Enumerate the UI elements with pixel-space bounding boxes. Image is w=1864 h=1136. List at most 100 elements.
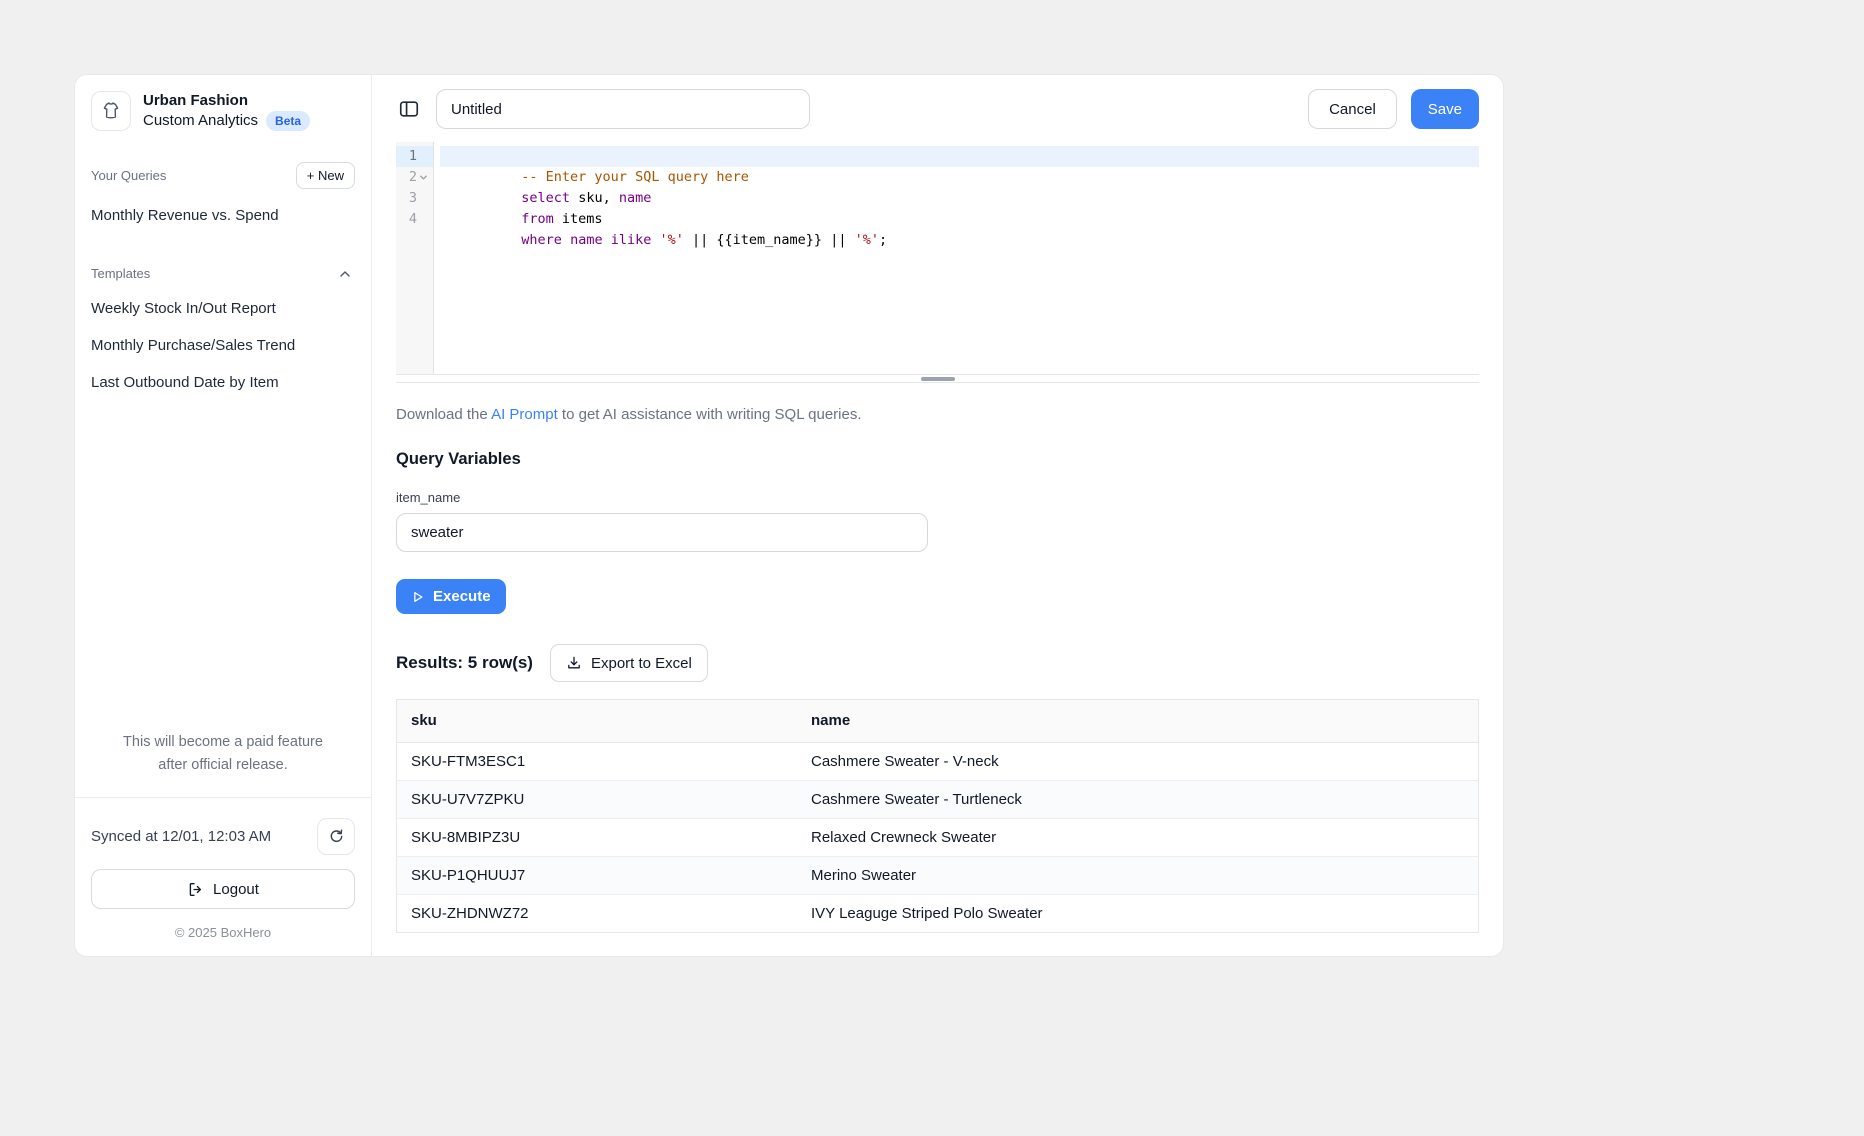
app-name: Custom Analytics — [143, 111, 258, 131]
gutter-cell: 4 — [396, 209, 433, 230]
ai-prompt-text: Download the AI Prompt to get AI assista… — [396, 406, 1479, 423]
table-row: SKU-8MBIPZ3U Relaxed Crewneck Sweater — [397, 818, 1478, 856]
query-variables-heading: Query Variables — [396, 450, 1479, 469]
paid-feature-notice: This will become a paid feature after of… — [91, 731, 355, 777]
editor-toolbar: Cancel Save — [396, 89, 1479, 129]
table-cell-sku: SKU-8MBIPZ3U — [397, 818, 797, 856]
sidebar: Urban Fashion Custom Analytics Beta Your… — [75, 75, 372, 956]
line-number: 2 — [409, 167, 417, 188]
ai-prompt-link[interactable]: AI Prompt — [491, 406, 558, 423]
templates-section-label: Templates — [91, 266, 150, 281]
table-header-row: sku name — [397, 700, 1478, 742]
table-cell-sku: SKU-FTM3ESC1 — [397, 742, 797, 780]
logout-icon — [187, 881, 204, 898]
template-item[interactable]: Weekly Stock In/Out Report — [91, 290, 355, 327]
workspace-logo — [91, 91, 131, 131]
line-number: 3 — [409, 188, 417, 209]
results-summary: Results: 5 row(s) — [396, 653, 533, 673]
export-excel-button[interactable]: Export to Excel — [550, 644, 708, 682]
sql-token: ; — [879, 232, 887, 248]
workspace-name: Urban Fashion — [143, 91, 310, 111]
table-cell-name: Cashmere Sweater - V-neck — [797, 742, 1478, 780]
line-number: 4 — [409, 209, 417, 230]
sql-keyword-token: where — [521, 232, 562, 248]
execute-label: Execute — [433, 588, 491, 605]
sql-editor[interactable]: 1 2 3 — [396, 142, 1479, 374]
ai-prompt-suffix: to get AI assistance with writing SQL qu… — [558, 406, 862, 423]
sync-status-row: Synced at 12/01, 12:03 AM — [91, 818, 355, 855]
sidebar-toggle-button[interactable] — [396, 96, 422, 122]
download-icon — [566, 655, 582, 671]
sql-keyword-token: from — [521, 211, 554, 227]
column-header-name: name — [797, 700, 1478, 742]
sql-comment-token: -- Enter your SQL query here — [521, 169, 749, 185]
sql-token — [651, 232, 659, 248]
templates-list: Weekly Stock In/Out Report Monthly Purch… — [91, 290, 355, 401]
line-number: 1 — [409, 146, 417, 167]
queries-section-label: Your Queries — [91, 168, 166, 183]
templates-section-header: Templates — [91, 264, 355, 284]
logout-label: Logout — [213, 881, 259, 898]
copyright: © 2025 BoxHero — [91, 925, 355, 940]
templates-collapse-button[interactable] — [335, 264, 355, 284]
resize-grip — [921, 377, 955, 381]
sql-token: items — [554, 211, 603, 227]
synced-status: Synced at 12/01, 12:03 AM — [91, 828, 271, 845]
editor-code-area[interactable]: -- Enter your SQL query here select sku,… — [434, 142, 1479, 374]
refresh-button[interactable] — [317, 818, 355, 855]
editor-gutter: 1 2 3 — [396, 142, 434, 374]
sql-token — [603, 232, 611, 248]
query-item[interactable]: Monthly Revenue vs. Spend — [91, 197, 355, 234]
table-row: SKU-ZHDNWZ72 IVY Leaguge Striped Polo Sw… — [397, 894, 1478, 932]
sql-keyword-token: select — [521, 190, 570, 206]
table-cell-sku: SKU-U7V7ZPKU — [397, 780, 797, 818]
beta-badge: Beta — [266, 111, 310, 131]
new-query-button[interactable]: + New — [296, 162, 355, 189]
workspace-titles: Urban Fashion Custom Analytics Beta — [143, 91, 310, 132]
table-cell-name: Merino Sweater — [797, 856, 1478, 894]
column-header-sku: sku — [397, 700, 797, 742]
sql-token — [562, 232, 570, 248]
paid-feature-notice-line1: This will become a paid feature — [123, 734, 323, 750]
table-row: SKU-P1QHUUJ7 Merino Sweater — [397, 856, 1478, 894]
table-row: SKU-U7V7ZPKU Cashmere Sweater - Turtlene… — [397, 780, 1478, 818]
refresh-icon — [328, 828, 345, 845]
workspace-header: Urban Fashion Custom Analytics Beta — [91, 91, 355, 132]
sql-string-token: '%' — [660, 232, 684, 248]
sql-token: sku, — [570, 190, 619, 206]
shirt-icon — [99, 99, 123, 123]
table-cell-sku: SKU-ZHDNWZ72 — [397, 894, 797, 932]
editor-resize-handle[interactable] — [396, 374, 1479, 383]
chevron-up-icon — [337, 266, 353, 282]
template-item[interactable]: Monthly Purchase/Sales Trend — [91, 327, 355, 364]
panel-toggle-icon — [398, 98, 420, 120]
main-panel: Cancel Save 1 2 — [372, 75, 1503, 956]
query-title-input[interactable] — [436, 89, 810, 129]
results-table: sku name SKU-FTM3ESC1 Cashmere Sweater -… — [396, 699, 1479, 933]
variable-label: item_name — [396, 490, 1479, 505]
cancel-button[interactable]: Cancel — [1308, 89, 1397, 129]
variable-input[interactable] — [396, 513, 928, 552]
execute-button[interactable]: Execute — [396, 579, 506, 614]
sql-keyword-token: ilike — [611, 232, 652, 248]
sql-keyword-token: name — [570, 232, 603, 248]
sql-string-token: '%' — [855, 232, 879, 248]
sql-keyword-token: name — [619, 190, 652, 206]
app-window: Urban Fashion Custom Analytics Beta Your… — [75, 75, 1503, 956]
queries-section-header: Your Queries + New — [91, 162, 355, 189]
results-header: Results: 5 row(s) Export to Excel — [396, 644, 1479, 682]
logout-button[interactable]: Logout — [91, 869, 355, 909]
fold-chevron-down-icon[interactable] — [418, 172, 429, 183]
table-cell-name: Cashmere Sweater - Turtleneck — [797, 780, 1478, 818]
save-button[interactable]: Save — [1411, 89, 1479, 129]
gutter-cell: 2 — [396, 167, 433, 188]
table-cell-sku: SKU-P1QHUUJ7 — [397, 856, 797, 894]
table-row: SKU-FTM3ESC1 Cashmere Sweater - V-neck — [397, 742, 1478, 780]
template-item[interactable]: Last Outbound Date by Item — [91, 364, 355, 401]
gutter-cell: 1 — [396, 146, 433, 167]
code-line[interactable]: -- Enter your SQL query here — [440, 146, 1479, 167]
sql-token: || {{item_name}} || — [684, 232, 855, 248]
ai-prompt-prefix: Download the — [396, 406, 491, 423]
table-cell-name: Relaxed Crewneck Sweater — [797, 818, 1478, 856]
export-excel-label: Export to Excel — [591, 655, 692, 672]
